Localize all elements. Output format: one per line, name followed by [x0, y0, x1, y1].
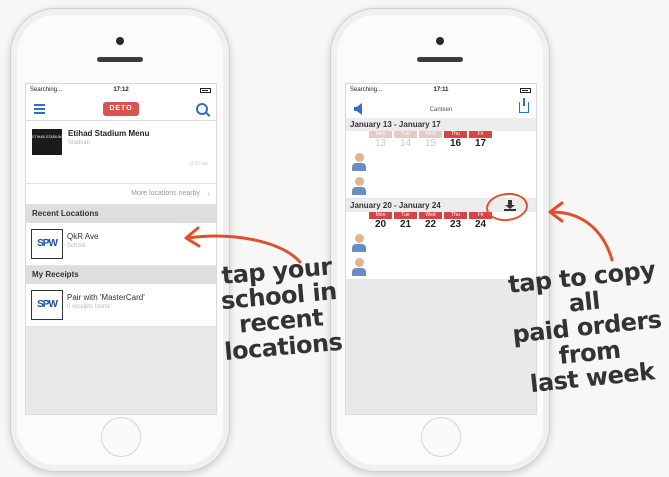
left-annotation: tap your school in recent locations	[192, 252, 368, 367]
right-annotation: tap to copy all paid orders from last we…	[501, 256, 669, 399]
annotation-arrows	[184, 201, 614, 264]
